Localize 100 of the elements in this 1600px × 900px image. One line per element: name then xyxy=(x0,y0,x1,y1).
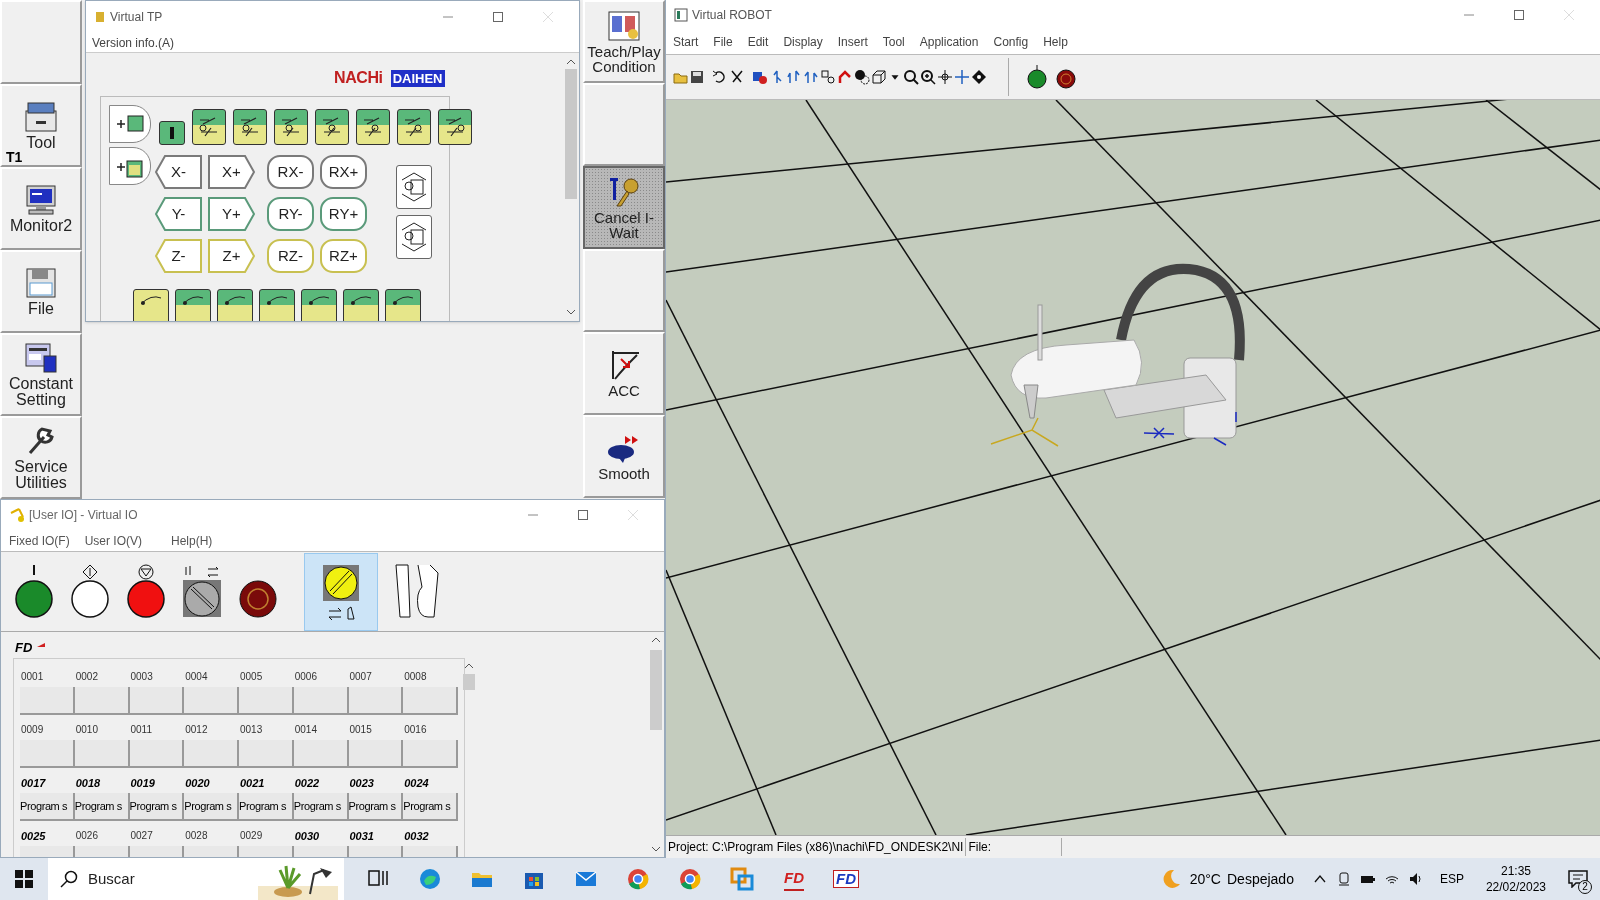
app-icon xyxy=(94,10,106,24)
menu-button[interactable]: Tool T1 xyxy=(0,84,82,167)
menu-item[interactable]: Help xyxy=(1043,33,1068,51)
jog-key[interactable]: X+ xyxy=(208,155,255,189)
function-key[interactable] xyxy=(133,289,169,321)
io-number: 0004 xyxy=(184,670,209,684)
menu-item[interactable]: Tool xyxy=(882,33,905,51)
function-key[interactable] xyxy=(175,289,211,321)
jog-key[interactable]: Z+ xyxy=(208,239,255,273)
io-number: 0032 xyxy=(403,829,430,844)
io-button[interactable]: Program s xyxy=(239,793,294,821)
io-button[interactable]: Program s xyxy=(74,793,130,821)
jog-key[interactable]: RY- xyxy=(267,197,314,231)
io-number: 0031 xyxy=(348,829,375,844)
remote-desktop-icon xyxy=(730,867,754,891)
function-key[interactable] xyxy=(259,289,295,321)
menu-item[interactable]: File xyxy=(713,33,733,51)
menu-item[interactable]: Display xyxy=(783,33,823,51)
menu-button[interactable]: Cancel I-Wait xyxy=(583,166,665,249)
io-number: 0012 xyxy=(184,723,209,737)
menu-button[interactable]: ACC xyxy=(583,332,665,415)
menu-button[interactable]: Service Utilities xyxy=(0,416,82,499)
io-number: 0001 xyxy=(20,670,45,684)
notifications-button[interactable]: 2 xyxy=(1556,858,1600,900)
blank-button[interactable] xyxy=(583,249,665,332)
windows-icon xyxy=(15,870,33,888)
jog-key[interactable]: Y+ xyxy=(208,197,255,231)
function-key[interactable] xyxy=(343,289,379,321)
menu-button[interactable]: Monitor2 xyxy=(0,167,82,250)
menu-button[interactable]: Smooth xyxy=(583,415,665,498)
function-key[interactable] xyxy=(109,147,151,185)
toolbox-icon xyxy=(24,100,58,133)
menu-item[interactable]: Start xyxy=(673,33,699,51)
path-icon xyxy=(265,294,289,306)
jog-key[interactable]: RY+ xyxy=(320,197,367,231)
clock-time[interactable]: 21:35 xyxy=(1500,863,1531,879)
menu-item[interactable]: Help(H) xyxy=(171,531,213,550)
function-key[interactable] xyxy=(385,289,421,321)
io-button[interactable]: Program s xyxy=(348,793,404,821)
function-key[interactable] xyxy=(396,165,432,209)
io-button[interactable]: Program s xyxy=(129,793,185,821)
menu-item[interactable]: Insert xyxy=(837,33,868,51)
start-button-icon xyxy=(1026,64,1048,90)
jog-key[interactable]: X- xyxy=(155,155,202,189)
menu-item[interactable]: Version info.(A) xyxy=(91,33,176,52)
menu-button[interactable]: File xyxy=(0,250,82,333)
search-input[interactable]: Buscar xyxy=(88,867,238,891)
io-number: 0018 xyxy=(74,776,102,791)
function-key[interactable] xyxy=(356,109,390,145)
input-key[interactable] xyxy=(159,121,185,145)
jog-key[interactable]: RZ- xyxy=(267,239,314,273)
io-button[interactable]: Program s xyxy=(293,793,349,821)
close-icon xyxy=(1564,10,1574,20)
blank-button[interactable] xyxy=(583,83,665,166)
function-key[interactable] xyxy=(301,289,337,321)
move-icon xyxy=(937,69,953,85)
function-key[interactable] xyxy=(217,289,253,321)
function-key[interactable] xyxy=(315,109,349,145)
function-key[interactable] xyxy=(397,109,431,145)
jog-key[interactable]: Y- xyxy=(155,197,202,231)
function-key[interactable] xyxy=(274,109,308,145)
scroll-thumb[interactable] xyxy=(564,69,577,199)
function-key[interactable] xyxy=(109,105,151,143)
menu-item[interactable]: User IO(V) xyxy=(84,531,142,550)
language-indicator[interactable]: ESP xyxy=(1439,870,1464,888)
menu-button[interactable]: Teach/Play Condition xyxy=(583,0,665,83)
search-field[interactable]: Buscar xyxy=(48,858,344,900)
taskbar-app[interactable]: FD xyxy=(768,858,820,900)
jog-key[interactable]: RZ+ xyxy=(320,239,367,273)
list-search-icon xyxy=(401,172,427,202)
jog-key[interactable]: RX- xyxy=(267,155,314,189)
io-button[interactable]: Program s xyxy=(403,793,458,821)
blank-button[interactable] xyxy=(0,0,82,84)
hold-button-icon xyxy=(69,562,110,621)
jog-key[interactable]: Z- xyxy=(155,239,202,273)
maximize-icon xyxy=(1514,10,1524,20)
menu-item[interactable]: Application xyxy=(919,33,979,51)
taskbar-app[interactable]: FD xyxy=(820,858,872,900)
menu-item[interactable]: Config xyxy=(993,33,1029,51)
jog-key[interactable]: RX+ xyxy=(320,155,367,189)
io-number: 0003 xyxy=(129,670,154,684)
io-button[interactable]: Program s xyxy=(20,793,75,821)
nachi-logo: NACHi xyxy=(334,68,383,88)
function-key[interactable] xyxy=(438,109,472,145)
robot-swap-icon xyxy=(820,69,836,85)
io-number: 0014 xyxy=(293,723,318,737)
function-key[interactable] xyxy=(396,215,432,259)
io-toolbar-button[interactable] xyxy=(304,552,378,631)
menu-item[interactable]: Edit xyxy=(747,33,769,51)
io-button[interactable]: Program s xyxy=(184,793,239,821)
clock-date[interactable]: 22/02/2023 xyxy=(1485,879,1546,895)
function-key[interactable] xyxy=(233,109,267,145)
io-number: 0026 xyxy=(74,829,99,843)
menu-button[interactable]: Constant Setting xyxy=(0,333,82,416)
scroll-down-icon xyxy=(650,845,661,853)
search-icon xyxy=(60,870,78,888)
function-key[interactable] xyxy=(192,109,226,145)
io-number: 0030 xyxy=(293,829,321,844)
cube-icon xyxy=(871,69,887,85)
menu-item[interactable]: Fixed IO(F) xyxy=(9,531,70,550)
